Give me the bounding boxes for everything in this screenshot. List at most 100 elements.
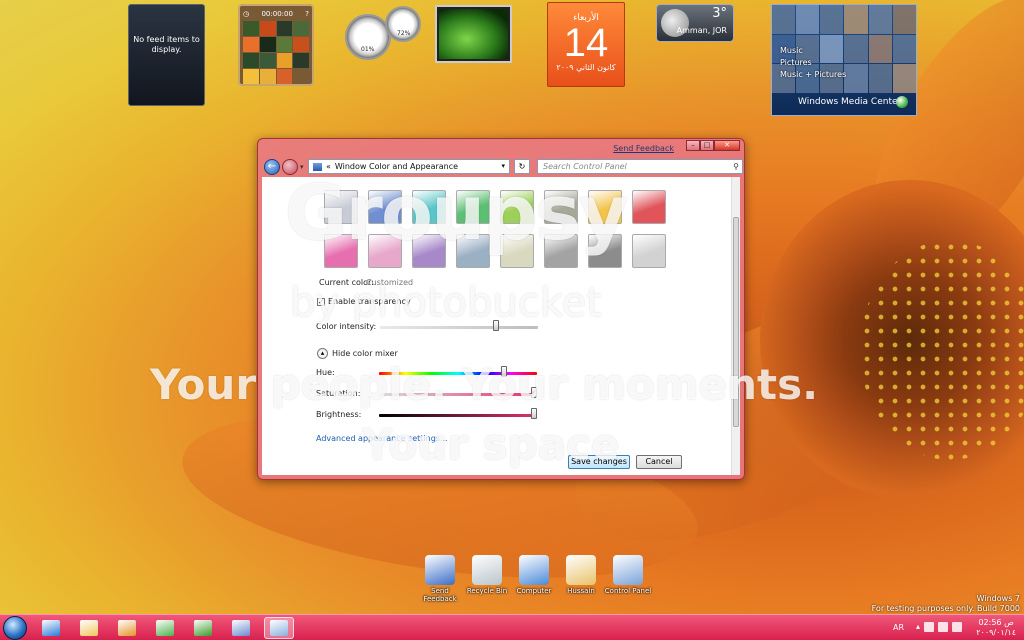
brightness-slider-track[interactable] xyxy=(379,414,537,417)
back-button[interactable]: ← xyxy=(264,159,280,175)
system-tray: AR ▴ 02:56 ص ٢٠٠٩/٠١/١٤ xyxy=(884,615,1024,640)
control-panel-icon xyxy=(313,162,322,171)
taskbar-app[interactable] xyxy=(226,617,256,639)
show-hidden-icons-icon[interactable]: ▴ xyxy=(916,622,920,631)
navigation-bar: ← ▾ « Window Color and Appearance ▾ ↻ Se… xyxy=(262,158,743,176)
desktop-icon[interactable]: Control Panel xyxy=(602,555,654,595)
color-swatch[interactable] xyxy=(632,190,666,224)
content-pane: Current color: Customized ✓ Enable trans… xyxy=(262,177,740,475)
scrollbar-thumb[interactable] xyxy=(733,217,739,427)
media-center-brand: Windows Media Center xyxy=(798,97,902,107)
windows-build-info: Windows 7 For testing purposes only. Bui… xyxy=(872,594,1020,614)
saturation-slider-thumb[interactable] xyxy=(531,387,537,398)
save-changes-button[interactable]: Save changes xyxy=(568,455,630,469)
mixer-toggle-label[interactable]: Hide color mixer xyxy=(332,349,398,358)
color-swatch[interactable] xyxy=(456,190,490,224)
timer-icon: ◷ xyxy=(243,10,250,18)
search-input[interactable]: Search Control Panel ⚲ xyxy=(537,159,743,174)
cancel-button[interactable]: Cancel xyxy=(636,455,682,469)
clock[interactable]: 02:56 ص ٢٠٠٩/٠١/١٤ xyxy=(976,618,1016,638)
brightness-slider-thumb[interactable] xyxy=(531,408,537,419)
puzzle-timer: 00:00:00 xyxy=(261,10,293,18)
desktop-icon[interactable]: Send Feedback xyxy=(414,555,466,603)
desktop-icon-label: Control Panel xyxy=(604,587,652,595)
windows-orb-icon[interactable] xyxy=(896,96,908,108)
color-swatch[interactable] xyxy=(456,234,490,268)
media-player-icon xyxy=(118,620,136,636)
search-icon[interactable]: ⚲ xyxy=(733,160,739,173)
chevron-down-icon[interactable]: ▾ xyxy=(501,160,505,173)
taskbar-app[interactable] xyxy=(36,617,66,639)
color-swatch[interactable] xyxy=(368,190,402,224)
address-bar[interactable]: « Window Color and Appearance ▾ xyxy=(308,159,510,174)
close-button[interactable]: ✕ xyxy=(714,140,740,151)
desktop-icon-label: Send Feedback xyxy=(423,587,457,603)
calendar-month: كانون الثاني ٢٠٠٩ xyxy=(556,63,616,72)
color-swatch[interactable] xyxy=(632,234,666,268)
mixer-toggle-icon[interactable]: ▴ xyxy=(317,348,328,359)
color-swatch[interactable] xyxy=(500,234,534,268)
color-swatch[interactable] xyxy=(544,190,578,224)
desktop-icon[interactable]: Recycle Bin xyxy=(461,555,513,595)
saturation-slider-track[interactable] xyxy=(379,393,537,396)
media-menu: Music Pictures Music + Pictures xyxy=(780,45,846,81)
color-swatch[interactable] xyxy=(500,190,534,224)
color-swatch[interactable] xyxy=(324,190,358,224)
weather-gadget[interactable]: 3° Amman, JOR xyxy=(656,4,734,42)
transparency-checkbox[interactable]: ✓ xyxy=(317,298,325,306)
feed-headlines-gadget[interactable]: No feed items to display. xyxy=(128,4,205,106)
color-swatch[interactable] xyxy=(544,234,578,268)
media-center-gadget[interactable]: Music Pictures Music + Pictures Windows … xyxy=(771,4,917,116)
desktop-icon[interactable]: Computer xyxy=(508,555,560,595)
refresh-button[interactable]: ↻ xyxy=(514,159,530,174)
hue-slider-track[interactable] xyxy=(379,372,537,375)
media-menu-item[interactable]: Music xyxy=(780,45,846,57)
start-button[interactable] xyxy=(3,616,27,640)
intensity-slider-thumb[interactable] xyxy=(493,320,499,331)
desktop-icon-image xyxy=(519,555,549,585)
send-feedback-link[interactable]: Send Feedback xyxy=(613,144,674,153)
puzzle-grid[interactable] xyxy=(243,21,309,84)
forward-button[interactable] xyxy=(282,159,298,175)
slideshow-gadget[interactable] xyxy=(435,5,512,63)
picture-puzzle-gadget[interactable]: ◷ 00:00:00 ? xyxy=(238,4,314,86)
cpu-value: 01% xyxy=(361,46,375,53)
desktop-icon[interactable]: Hussain xyxy=(555,555,607,595)
language-indicator[interactable]: AR xyxy=(893,623,904,632)
hue-slider-thumb[interactable] xyxy=(501,366,507,377)
maximize-button[interactable]: □ xyxy=(700,140,714,151)
recent-pages-dropdown[interactable]: ▾ xyxy=(300,163,304,171)
taskbar-app[interactable] xyxy=(112,617,142,639)
minimize-button[interactable]: – xyxy=(686,140,700,151)
help-icon[interactable]: ? xyxy=(305,10,309,18)
network-icon[interactable] xyxy=(938,622,948,632)
color-swatch[interactable] xyxy=(368,234,402,268)
slideshow-image xyxy=(439,9,508,59)
saturation-label: Saturation: xyxy=(316,389,361,398)
color-swatch[interactable] xyxy=(412,190,446,224)
taskbar-app[interactable] xyxy=(150,617,180,639)
volume-icon[interactable] xyxy=(952,622,962,632)
intensity-slider-track[interactable] xyxy=(380,326,538,329)
intensity-label: Color intensity: xyxy=(316,322,377,331)
control-panel-icon xyxy=(270,620,288,636)
media-menu-item[interactable]: Music + Pictures xyxy=(780,69,846,81)
taskbar-app[interactable] xyxy=(74,617,104,639)
folder-icon xyxy=(80,620,98,636)
color-swatch[interactable] xyxy=(324,234,358,268)
color-swatch[interactable] xyxy=(588,190,622,224)
calendar-gadget[interactable]: الأربعاء 14 كانون الثاني ٢٠٠٩ xyxy=(547,2,625,87)
advanced-appearance-link[interactable]: Advanced appearance settings... xyxy=(316,434,448,443)
taskbar-app[interactable] xyxy=(188,617,218,639)
address-text: Window Color and Appearance xyxy=(334,162,459,171)
color-swatch[interactable] xyxy=(588,234,622,268)
desktop-icon-image xyxy=(425,555,455,585)
vertical-scrollbar[interactable] xyxy=(731,177,740,475)
media-menu-item[interactable]: Pictures xyxy=(780,57,846,69)
action-center-icon[interactable] xyxy=(924,622,934,632)
taskbar-app[interactable] xyxy=(264,617,294,639)
desktop-icon-image xyxy=(566,555,596,585)
cpu-meter-gadget[interactable]: 01% 72% xyxy=(345,6,425,62)
internet-explorer-icon xyxy=(42,620,60,636)
color-swatch[interactable] xyxy=(412,234,446,268)
